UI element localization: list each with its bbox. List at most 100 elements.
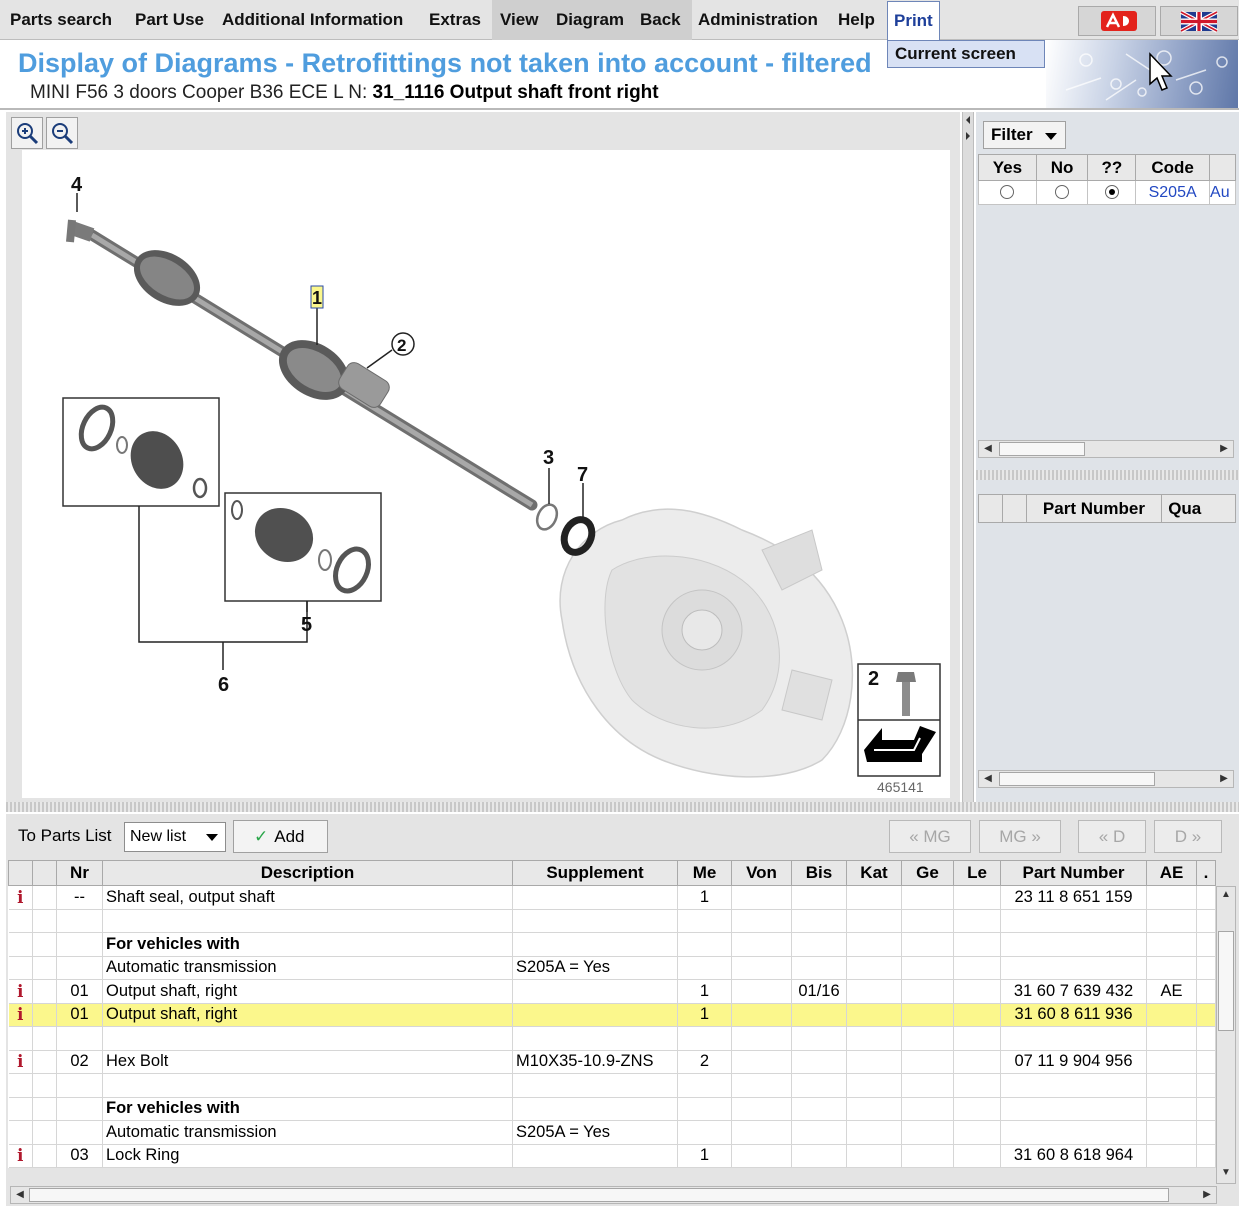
- filter-hscrollbar[interactable]: ◀ ▶: [978, 440, 1234, 458]
- table-row[interactable]: For vehicles with: [8, 1097, 1216, 1121]
- col-kat[interactable]: Kat: [846, 860, 902, 886]
- callout-5[interactable]: 5: [301, 614, 312, 636]
- bis-cell: [791, 956, 847, 980]
- diagram-canvas[interactable]: 4 1 2 3 7 5 6 2 465141: [22, 150, 950, 798]
- filter-code[interactable]: S205A: [1135, 180, 1211, 205]
- scroll-right-icon[interactable]: ▶: [1216, 441, 1232, 457]
- filter-col-code[interactable]: Code: [1135, 154, 1211, 181]
- add-button[interactable]: ✓ Add: [233, 820, 328, 853]
- col-part-number[interactable]: Part Number: [1000, 860, 1147, 886]
- table-row[interactable]: [8, 1026, 1216, 1051]
- filter-radio-yes[interactable]: [1000, 185, 1015, 200]
- vertical-splitter[interactable]: [962, 112, 974, 802]
- prev-mg-button[interactable]: « MG: [889, 820, 971, 853]
- filter-dropdown-button[interactable]: Filter: [983, 121, 1066, 149]
- parts-hscrollbar[interactable]: ◀ ▶: [10, 1186, 1217, 1204]
- prev-d-button[interactable]: « D: [1078, 820, 1146, 853]
- col-le[interactable]: Le: [953, 860, 1001, 886]
- menu-view[interactable]: View: [492, 0, 554, 40]
- scroll-left-icon[interactable]: ◀: [980, 441, 996, 457]
- part-hscrollbar[interactable]: ◀ ▶: [978, 770, 1234, 788]
- col-supplement[interactable]: Supplement: [512, 860, 678, 886]
- table-row[interactable]: [8, 909, 1216, 933]
- filter-radio-unknown[interactable]: [1104, 185, 1119, 200]
- callout-7[interactable]: 7: [577, 464, 588, 486]
- scroll-down-icon[interactable]: ▼: [1218, 1165, 1234, 1181]
- uk-flag-icon: [1180, 10, 1218, 33]
- scroll-right-icon[interactable]: ▶: [1216, 771, 1232, 787]
- parts-list-select[interactable]: New list: [124, 822, 226, 852]
- callout-2[interactable]: 2: [397, 336, 406, 355]
- info-icon[interactable]: i: [8, 1003, 33, 1027]
- filter-col-extra[interactable]: [1209, 154, 1236, 181]
- filter-col-unknown[interactable]: ??: [1087, 154, 1137, 181]
- table-row[interactable]: i 01 Output shaft, right 1 31 60 8 611 936: [8, 1003, 1216, 1027]
- col-description[interactable]: Description: [102, 860, 513, 886]
- callout-6[interactable]: 6: [218, 674, 229, 696]
- language-button[interactable]: [1160, 6, 1238, 36]
- table-row[interactable]: i 02 Hex Bolt M10X35-10.9-ZNS 2 07 11 9 904 9…: [8, 1050, 1216, 1074]
- info-icon[interactable]: i: [8, 1050, 33, 1074]
- table-row[interactable]: Automatic transmission S205A = Yes: [8, 1120, 1216, 1145]
- part-hscroll-thumb[interactable]: [999, 772, 1155, 786]
- table-row[interactable]: For vehicles with: [8, 932, 1216, 957]
- menu-diagram[interactable]: Diagram: [554, 0, 632, 40]
- menu-administration[interactable]: Administration: [698, 0, 818, 40]
- collapse-arrows-icon[interactable]: [963, 114, 973, 144]
- col-bis[interactable]: Bis: [791, 860, 847, 886]
- next-mg-button[interactable]: MG »: [979, 820, 1061, 853]
- adobe-pdf-button[interactable]: [1078, 6, 1156, 36]
- table-row[interactable]: i -- Shaft seal, output shaft 1 23 11 8 651 …: [8, 885, 1216, 910]
- table-row[interactable]: i 03 Lock Ring 1 31 60 8 618 964: [8, 1144, 1216, 1168]
- parts-vscrollbar[interactable]: ▲ ▼: [1216, 886, 1236, 1184]
- menu-back[interactable]: Back: [632, 0, 692, 40]
- col-more[interactable]: .: [1196, 860, 1216, 886]
- next-d-button[interactable]: D »: [1154, 820, 1222, 853]
- part-col-blank-2[interactable]: [1001, 494, 1027, 523]
- menu-help[interactable]: Help: [838, 0, 875, 40]
- nr-cell: [56, 1026, 103, 1051]
- description-cell: Output shaft, right: [102, 979, 513, 1004]
- main-horizontal-splitter[interactable]: [6, 802, 1239, 812]
- filter-col-no[interactable]: No: [1035, 154, 1089, 181]
- info-icon[interactable]: i: [8, 979, 33, 1004]
- part-col-quantity[interactable]: Qua: [1161, 494, 1236, 523]
- print-current-screen-item[interactable]: Current screen: [887, 40, 1045, 68]
- col-select[interactable]: [32, 860, 57, 886]
- part-col-blank-1[interactable]: [978, 494, 1003, 523]
- col-ae[interactable]: AE: [1146, 860, 1197, 886]
- parts-hscroll-thumb[interactable]: [29, 1188, 1169, 1202]
- part-col-part-number[interactable]: Part Number: [1025, 494, 1163, 523]
- parts-vscroll-thumb[interactable]: [1218, 931, 1234, 1031]
- inset-callout-2[interactable]: 2: [868, 668, 879, 690]
- table-row[interactable]: i 01 Output shaft, right 1 01/16 31 60 7 639 …: [8, 979, 1216, 1004]
- menu-parts-search[interactable]: Parts search: [10, 0, 112, 40]
- zoom-out-button[interactable]: [46, 117, 78, 149]
- kat-cell: [846, 1050, 902, 1074]
- info-icon[interactable]: i: [8, 885, 33, 910]
- scroll-up-icon[interactable]: ▲: [1218, 887, 1234, 903]
- col-me[interactable]: Me: [677, 860, 732, 886]
- callout-4[interactable]: 4: [71, 174, 83, 196]
- filter-radio-no[interactable]: [1055, 185, 1070, 200]
- zoom-in-button[interactable]: [11, 117, 43, 149]
- scroll-left-icon[interactable]: ◀: [12, 1187, 28, 1203]
- menu-print[interactable]: Print: [887, 1, 940, 41]
- table-row[interactable]: [8, 1073, 1216, 1098]
- col-ge[interactable]: Ge: [901, 860, 954, 886]
- scroll-left-icon[interactable]: ◀: [980, 771, 996, 787]
- col-info[interactable]: [8, 860, 33, 886]
- info-icon[interactable]: i: [8, 1144, 33, 1168]
- table-row[interactable]: Automatic transmission S205A = Yes: [8, 956, 1216, 980]
- callout-1[interactable]: 1: [312, 288, 322, 308]
- scroll-right-icon[interactable]: ▶: [1199, 1187, 1215, 1203]
- menu-additional-information[interactable]: Additional Information: [222, 0, 403, 40]
- col-nr[interactable]: Nr: [56, 860, 103, 886]
- col-von[interactable]: Von: [731, 860, 792, 886]
- right-horizontal-splitter[interactable]: [976, 470, 1239, 480]
- callout-3[interactable]: 3: [543, 447, 554, 469]
- filter-hscroll-thumb[interactable]: [999, 442, 1085, 456]
- menu-extras[interactable]: Extras: [429, 0, 481, 40]
- filter-col-yes[interactable]: Yes: [978, 154, 1037, 181]
- menu-part-use[interactable]: Part Use: [135, 0, 204, 40]
